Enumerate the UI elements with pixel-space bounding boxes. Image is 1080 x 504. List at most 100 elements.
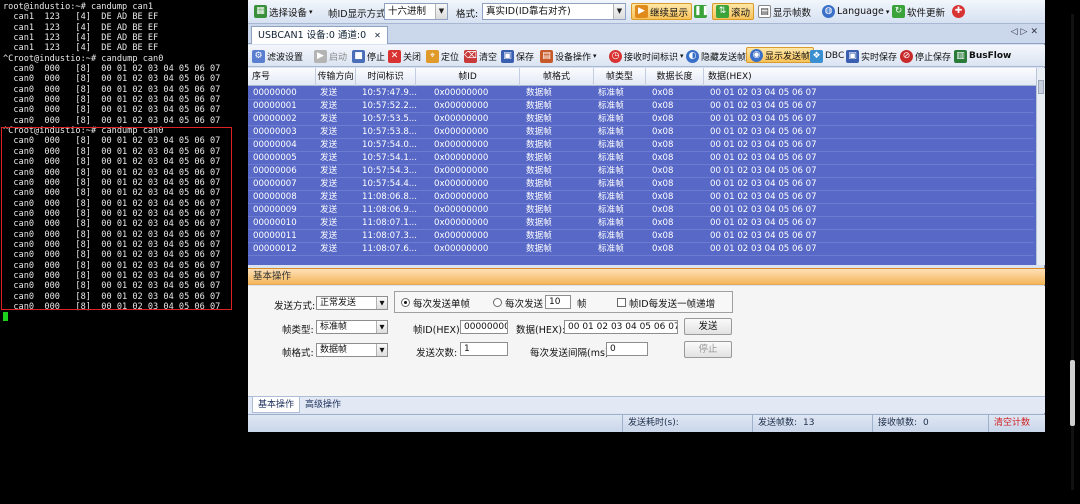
tab-navigation[interactable]: ◁▷✕ xyxy=(1011,27,1041,37)
table-row[interactable]: 00000008 发送 11:08:06.8... 0x00000000 数据帧 标准帧 0… xyxy=(248,191,1034,204)
table-cell: 0x00000000 xyxy=(434,114,489,124)
message-grid[interactable]: 序号 传输方向 时间标识 帧ID 帧格式 帧类型 数据长度 数据(HEX) 00000000 发… xyxy=(248,68,1045,265)
table-row[interactable]: 00000005 发送 10:57:54.1... 0x00000000 数据帧 标准帧 0… xyxy=(248,152,1034,165)
column-header[interactable]: 数据(HEX) xyxy=(704,68,1038,86)
busflow-icon: ▥ xyxy=(954,49,967,63)
table-row[interactable]: 00000006 发送 10:57:54.3... 0x00000000 数据帧 标准帧 0… xyxy=(248,165,1034,178)
format-select[interactable]: 真实ID(ID靠右对齐) ▼ xyxy=(482,3,626,20)
tab-advanced-ops[interactable]: 高级操作 xyxy=(300,397,346,413)
send-mode-select[interactable]: 正常发送 ▼ xyxy=(316,296,388,310)
send-interval-input[interactable]: 0 xyxy=(606,342,648,356)
table-cell: 数据帧 xyxy=(526,101,552,111)
table-cell: 00000007 xyxy=(253,179,297,189)
pause-button[interactable]: ❚❚ xyxy=(694,3,710,20)
table-cell: 00 01 02 03 04 05 06 07 xyxy=(710,244,817,254)
table-row[interactable]: 00000003 发送 10:57:53.8... 0x00000000 数据帧 标准帧 0… xyxy=(248,126,1034,139)
table-row[interactable]: 00000010 发送 11:08:07.1... 0x00000000 数据帧 标准帧 0… xyxy=(248,217,1034,230)
table-cell: 11:08:06.9... xyxy=(362,205,417,215)
dropdown-arrow-icon: ▾ xyxy=(309,7,313,16)
frame-id-display-select[interactable]: 十六进制 ▼ xyxy=(384,3,448,20)
chevron-down-icon: ▼ xyxy=(376,297,387,309)
table-cell: 发送 xyxy=(320,244,338,254)
help-button[interactable]: ✚ xyxy=(952,3,965,20)
desktop-scrollbar-thumb[interactable] xyxy=(1070,360,1075,426)
terminal-line: can1 123 [4] DE AD BE EF xyxy=(3,33,159,44)
frame-type-select[interactable]: 标准帧 ▼ xyxy=(316,320,388,334)
send-button[interactable]: 发送 xyxy=(684,318,732,335)
dbc-button[interactable]: ❖ DBC xyxy=(810,48,844,64)
table-cell: 数据帧 xyxy=(526,166,552,176)
table-cell: 0x08 xyxy=(652,114,674,124)
continue-display-button[interactable]: ▶ 继续显示 xyxy=(631,3,693,20)
data-hex-input[interactable]: 00 01 02 03 04 05 06 07 xyxy=(564,320,678,334)
multi-frame-count-input[interactable]: 10 xyxy=(545,295,571,309)
send-times-input[interactable]: 1 xyxy=(460,342,508,356)
table-cell: 00000008 xyxy=(253,192,297,202)
column-header[interactable]: 帧类型 xyxy=(594,68,646,86)
grid-scrollbar-thumb[interactable] xyxy=(1038,80,1044,94)
column-header[interactable]: 数据长度 xyxy=(646,68,704,86)
language-button[interactable]: ◍ Language ▾ xyxy=(822,3,889,20)
channel-tab-bar: USBCAN1 设备:0 通道:0 ✕ ◁▷✕ xyxy=(248,24,1045,44)
table-row[interactable]: 00000009 发送 11:08:06.9... 0x00000000 数据帧 标准帧 0… xyxy=(248,204,1034,217)
column-header[interactable]: 传输方向 xyxy=(316,68,356,86)
locate-button[interactable]: ⌖ 定位 xyxy=(426,48,459,64)
frame-format-select[interactable]: 数据帧 ▼ xyxy=(316,343,388,357)
filter-settings-button[interactable]: ⚙ 滤波设置 xyxy=(252,48,303,64)
realtime-save-button[interactable]: ▣ 实时保存 xyxy=(846,48,897,64)
table-cell: 0x00000000 xyxy=(434,192,489,202)
close-button[interactable]: ✕ 关闭 xyxy=(388,48,421,64)
rx-time-mark-button[interactable]: ◷ 接收时间标识 ▾ xyxy=(609,48,684,64)
stop-send-button[interactable]: 停止 xyxy=(684,341,732,358)
column-header[interactable]: 帧ID xyxy=(416,68,520,86)
desktop-scrollbar[interactable] xyxy=(1065,0,1080,504)
column-header[interactable]: 帧格式 xyxy=(520,68,594,86)
increment-id-checkbox[interactable] xyxy=(617,298,626,307)
scroll-button[interactable]: ⇅ 滚动 xyxy=(712,3,755,20)
table-cell: 标准帧 xyxy=(598,218,624,228)
column-header[interactable]: 序号 xyxy=(248,68,316,86)
show-sent-button[interactable]: ◉ 显示发送帧 xyxy=(746,47,815,63)
busflow-button[interactable]: ▥ BusFlow xyxy=(954,48,1011,64)
table-cell: 数据帧 xyxy=(526,127,552,137)
table-cell: 标准帧 xyxy=(598,205,624,215)
column-header[interactable]: 时间标识 xyxy=(356,68,416,86)
terminal-line: can1 123 [4] DE AD BE EF xyxy=(3,22,159,33)
device-operations-button[interactable]: ▤ 设备操作 ▾ xyxy=(540,48,597,64)
radio-single-frame[interactable] xyxy=(401,298,410,307)
frame-id-display-label: 帧ID显示方式: xyxy=(328,9,389,20)
table-row[interactable]: 00000012 发送 11:08:07.6... 0x00000000 数据帧 标准帧 0… xyxy=(248,243,1034,256)
save-button[interactable]: ▣ 保存 xyxy=(501,48,534,64)
stop-save-button[interactable]: ⊘ 停止保存 xyxy=(900,48,951,64)
show-frame-count-button[interactable]: ▤ 显示帧数 xyxy=(758,3,811,20)
clear-button[interactable]: ⌫ 清空 xyxy=(464,48,497,64)
table-cell: 00 01 02 03 04 05 06 07 xyxy=(710,205,817,215)
pause-icon: ❚❚ xyxy=(694,5,710,18)
data-hex-label: 数据(HEX): xyxy=(516,325,566,336)
frame-id-input[interactable]: 00000000 xyxy=(460,320,508,334)
table-cell: 0x08 xyxy=(652,218,674,228)
clear-count-button[interactable]: 清空计数 xyxy=(988,415,1044,432)
table-cell: 标准帧 xyxy=(598,179,624,189)
table-row[interactable]: 00000000 发送 10:57:47.9... 0x00000000 数据帧 标准帧 0… xyxy=(248,87,1034,100)
table-cell: 11:08:07.6... xyxy=(362,244,417,254)
grid-scrollbar[interactable] xyxy=(1036,68,1045,265)
select-device-button[interactable]: ▦ 选择设备 ▾ xyxy=(254,3,313,20)
table-cell: 0x08 xyxy=(652,166,674,176)
table-cell: 10:57:54.3... xyxy=(362,166,417,176)
stop-button[interactable]: ■ 停止 xyxy=(352,48,385,64)
close-icon[interactable]: ✕ xyxy=(374,27,381,44)
tab-basic-ops[interactable]: 基本操作 xyxy=(252,397,301,413)
terminal-window[interactable]: root@industio:~# candump can1 can1 123 [… xyxy=(0,0,245,504)
table-row[interactable]: 00000007 发送 10:57:54.4... 0x00000000 数据帧 标准帧 0… xyxy=(248,178,1034,191)
table-row[interactable]: 00000011 发送 11:08:07.3... 0x00000000 数据帧 标准帧 0… xyxy=(248,230,1034,243)
close-device-icon: ✕ xyxy=(388,49,401,63)
start-button[interactable]: ▶ 启动 xyxy=(314,48,347,64)
hide-sent-button[interactable]: ◐ 隐藏发送帧 xyxy=(686,48,746,64)
table-row[interactable]: 00000004 发送 10:57:54.0... 0x00000000 数据帧 标准帧 0… xyxy=(248,139,1034,152)
software-update-button[interactable]: ↻ 软件更新 xyxy=(892,3,945,20)
table-row[interactable]: 00000002 发送 10:57:53.5... 0x00000000 数据帧 标准帧 0… xyxy=(248,113,1034,126)
table-row[interactable]: 00000001 发送 10:57:52.2... 0x00000000 数据帧 标准帧 0… xyxy=(248,100,1034,113)
radio-multi-frame[interactable] xyxy=(493,298,502,307)
tab-usbcan1-channel0[interactable]: USBCAN1 设备:0 通道:0 ✕ xyxy=(251,26,388,44)
